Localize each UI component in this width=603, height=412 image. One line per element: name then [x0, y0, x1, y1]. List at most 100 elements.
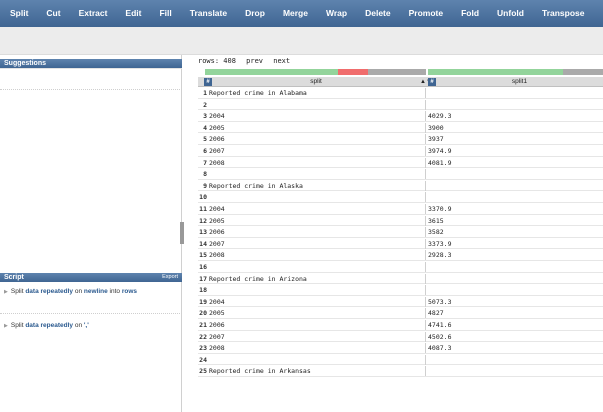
script-step[interactable]: ▶ Split data repeatedly on newline into r… — [4, 287, 176, 297]
table-row[interactable]: 10 — [198, 192, 603, 203]
tool-drop[interactable]: Drop — [236, 0, 274, 27]
cell-split[interactable]: Reported crime in Alaska — [208, 180, 426, 191]
cell-split[interactable]: Reported crime in Arkansas — [208, 366, 426, 377]
quality-bar-empty[interactable] — [563, 69, 603, 75]
table-row[interactable]: 11 2004 3370.9 — [198, 204, 603, 215]
next-link[interactable]: next — [273, 57, 290, 65]
cell-split[interactable]: 2005 — [208, 308, 426, 319]
tool-fill[interactable]: Fill — [150, 0, 180, 27]
cell-split[interactable]: Reported crime in Arizona — [208, 273, 426, 284]
cell-split1[interactable]: 3582 — [427, 227, 603, 237]
table-row[interactable]: 15 2008 2928.3 — [198, 250, 603, 261]
cell-split1[interactable]: 5073.3 — [427, 297, 603, 307]
cell-split[interactable]: 2008 — [208, 250, 426, 261]
script-step[interactable]: ▶ Split data repeatedly on ',' — [4, 321, 176, 331]
cell-split1[interactable]: 4502.6 — [427, 332, 603, 342]
cell-split1[interactable]: 3370.9 — [427, 204, 603, 214]
cell-split[interactable] — [208, 169, 426, 180]
cell-split1[interactable]: 2928.3 — [427, 250, 603, 260]
cell-split1[interactable]: 3937 — [427, 134, 603, 144]
cell-split1[interactable]: 3900 — [427, 123, 603, 133]
column-header-split1[interactable]: split1 — [436, 77, 603, 87]
cell-split1[interactable]: 4741.6 — [427, 320, 603, 330]
cell-split1[interactable]: 4827 — [427, 308, 603, 318]
tool-transpose[interactable]: Transpose — [533, 0, 594, 27]
table-row[interactable]: 18 — [198, 285, 603, 296]
cell-split1[interactable] — [427, 262, 603, 272]
tool-merge[interactable]: Merge — [274, 0, 317, 27]
table-row[interactable]: 16 — [198, 262, 603, 273]
table-row[interactable]: 14 2007 3373.9 — [198, 238, 603, 250]
cell-split1[interactable] — [427, 355, 603, 365]
cell-split[interactable]: Reported crime in Alabama — [208, 88, 426, 98]
table-row[interactable]: 12 2005 3615 — [198, 215, 603, 227]
cell-split[interactable]: 2007 — [208, 331, 426, 342]
cell-split[interactable]: 2006 — [208, 227, 426, 238]
table-row[interactable]: 22 2007 4502.6 — [198, 331, 603, 343]
tool-promote[interactable]: Promote — [400, 0, 452, 27]
panel-resize-handle[interactable] — [180, 222, 184, 244]
cell-split1[interactable]: 3974.9 — [427, 146, 603, 156]
cell-split1[interactable] — [427, 274, 603, 284]
table-row[interactable]: 7 2008 4081.9 — [198, 157, 603, 169]
cell-split[interactable]: 2008 — [208, 343, 426, 354]
cell-split1[interactable]: 4029.3 — [427, 111, 603, 121]
table-row[interactable]: 4 2005 3900 — [198, 122, 603, 134]
cell-split1[interactable]: 4087.3 — [427, 343, 603, 353]
tool-cut[interactable]: Cut — [37, 0, 69, 27]
tool-wrap[interactable]: Wrap — [317, 0, 356, 27]
column-header-split[interactable]: split — [212, 77, 420, 87]
tool-edit[interactable]: Edit — [116, 0, 150, 27]
cell-split1[interactable] — [427, 285, 603, 295]
table-row[interactable]: 1 Reported crime in Alabama — [198, 88, 603, 99]
table-row[interactable]: 20 2005 4827 — [198, 308, 603, 319]
table-row[interactable]: 17 Reported crime in Arizona — [198, 273, 603, 285]
table-row[interactable]: 8 — [198, 169, 603, 180]
cell-split[interactable] — [208, 285, 426, 296]
cell-split[interactable]: 2005 — [208, 215, 426, 226]
cell-split1[interactable] — [427, 181, 603, 191]
cell-split1[interactable]: 3615 — [427, 216, 603, 226]
cell-split1[interactable]: 3373.9 — [427, 239, 603, 249]
cell-split[interactable]: 2006 — [208, 320, 426, 330]
export-button[interactable]: Export — [162, 273, 178, 282]
quality-bar-error[interactable] — [338, 69, 368, 75]
cell-split1[interactable] — [427, 192, 603, 202]
tool-translate[interactable]: Translate — [181, 0, 236, 27]
quality-bar-empty[interactable] — [368, 69, 426, 75]
table-row[interactable]: 23 2008 4087.3 — [198, 343, 603, 354]
cell-split[interactable]: 2004 — [208, 296, 426, 307]
tool-delete[interactable]: Delete — [356, 0, 400, 27]
cell-split1[interactable]: 4081.9 — [427, 158, 603, 168]
hash-icon[interactable]: # — [428, 78, 436, 86]
table-row[interactable]: 19 2004 5073.3 — [198, 296, 603, 308]
table-row[interactable]: 6 2007 3974.9 — [198, 146, 603, 157]
table-row[interactable]: 24 — [198, 354, 603, 366]
cell-split1[interactable] — [427, 169, 603, 179]
table-row[interactable]: 9 Reported crime in Alaska — [198, 180, 603, 192]
table-row[interactable]: 5 2006 3937 — [198, 134, 603, 145]
tool-unfold[interactable]: Unfold — [488, 0, 533, 27]
cell-split[interactable]: 2004 — [208, 204, 426, 214]
cell-split[interactable]: 2006 — [208, 134, 426, 145]
cell-split1[interactable] — [427, 100, 603, 110]
cell-split[interactable]: 2004 — [208, 111, 426, 122]
table-row[interactable]: 25 Reported crime in Arkansas — [198, 366, 603, 377]
table-row[interactable]: 13 2006 3582 — [198, 227, 603, 238]
cell-split[interactable]: 2007 — [208, 238, 426, 249]
hash-icon[interactable]: # — [204, 78, 212, 86]
cell-split1[interactable] — [427, 88, 603, 98]
cell-split[interactable] — [208, 99, 426, 110]
cell-split[interactable] — [208, 354, 426, 365]
table-row[interactable]: 3 2004 4029.3 — [198, 111, 603, 122]
tool-extract[interactable]: Extract — [70, 0, 117, 27]
cell-split[interactable]: 2008 — [208, 157, 426, 168]
table-row[interactable]: 2 — [198, 99, 603, 111]
tool-split[interactable]: Split — [0, 0, 37, 27]
prev-link[interactable]: prev — [246, 57, 263, 65]
tool-fold[interactable]: Fold — [452, 0, 488, 27]
cell-split[interactable]: 2007 — [208, 146, 426, 156]
cell-split[interactable] — [208, 192, 426, 203]
cell-split[interactable] — [208, 262, 426, 272]
table-row[interactable]: 21 2006 4741.6 — [198, 320, 603, 331]
